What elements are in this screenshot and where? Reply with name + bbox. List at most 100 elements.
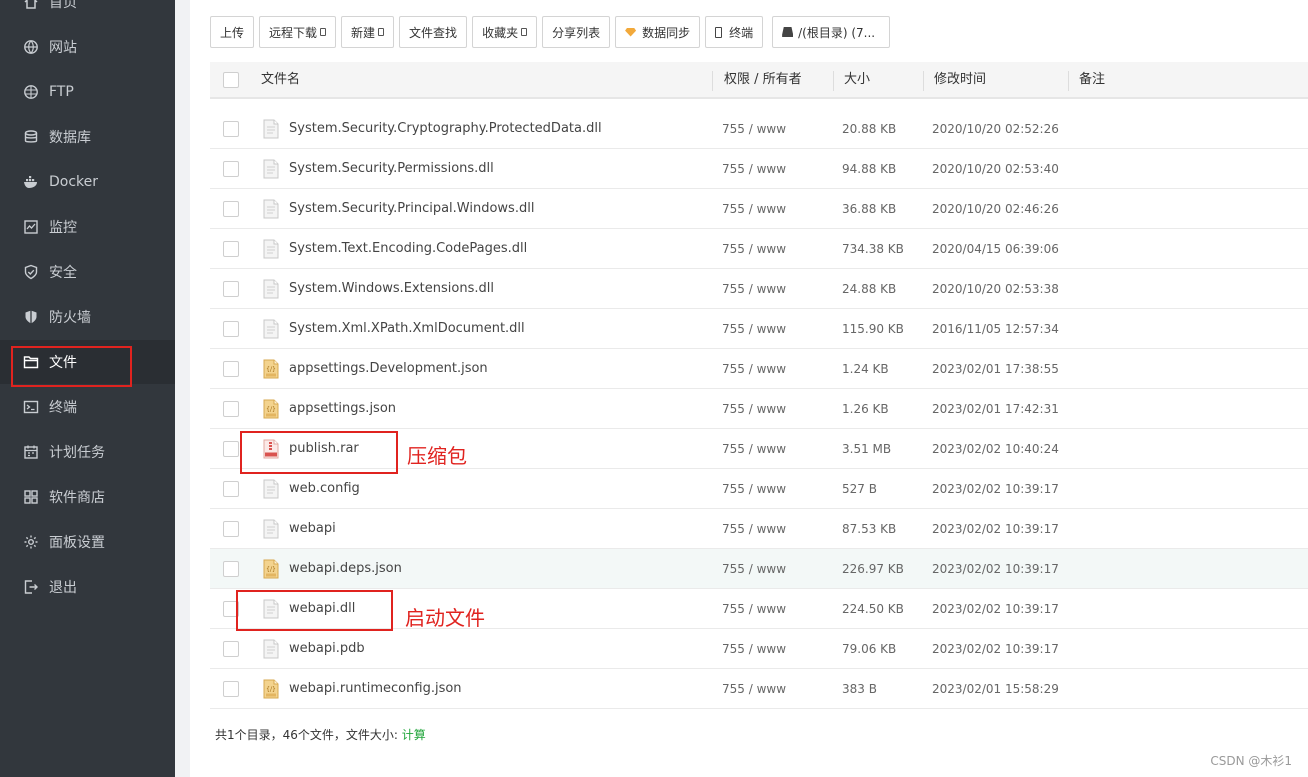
file-row[interactable]: webapi 755 / www 87.53 KB 2023/02/02 10:39:… bbox=[210, 509, 1308, 549]
file-permission[interactable]: 755 / www bbox=[722, 509, 786, 549]
file-row[interactable]: System.Windows.Extensions.dll 755 / www 24… bbox=[210, 269, 1308, 309]
sidebar-item-label: 网站 bbox=[49, 40, 77, 56]
sidebar-item-website[interactable]: 网站 bbox=[0, 25, 175, 69]
share-list-button[interactable]: 分享列表 bbox=[542, 16, 611, 48]
file-summary: 共1个目录，46个文件，文件大小: 计算 bbox=[215, 726, 426, 743]
file-permission[interactable]: 755 / www bbox=[722, 349, 786, 389]
file-permission[interactable]: 755 / www bbox=[722, 549, 786, 589]
header-permission[interactable]: 权限 / 所有者 bbox=[724, 62, 802, 98]
file-name[interactable]: System.Security.Permissions.dll bbox=[289, 149, 494, 189]
sidebar-item-terminal[interactable]: 终端 bbox=[0, 385, 175, 429]
file-row[interactable]: {/} webapi.runtimeconfig.json 755 / www 383… bbox=[210, 669, 1308, 709]
file-permission[interactable]: 755 / www bbox=[722, 309, 786, 349]
row-checkbox[interactable] bbox=[223, 241, 239, 257]
file-permission[interactable]: 755 / www bbox=[722, 109, 786, 149]
favorites-button[interactable]: 收藏夹 bbox=[472, 16, 538, 48]
row-checkbox[interactable] bbox=[223, 481, 239, 497]
svg-text:{/}: {/} bbox=[266, 686, 276, 693]
row-checkbox[interactable] bbox=[223, 121, 239, 137]
new-button[interactable]: 新建 bbox=[341, 16, 395, 48]
file-row[interactable]: System.Security.Principal.Windows.dll 755… bbox=[210, 189, 1308, 229]
row-checkbox[interactable] bbox=[223, 681, 239, 697]
file-row[interactable]: webapi.pdb 755 / www 79.06 KB 2023/02/02 10… bbox=[210, 629, 1308, 669]
row-checkbox[interactable] bbox=[223, 161, 239, 177]
data-sync-button[interactable]: 数据同步 bbox=[615, 16, 701, 48]
file-permission[interactable]: 755 / www bbox=[722, 389, 786, 429]
header-divider bbox=[923, 71, 924, 91]
remote-download-button[interactable]: 远程下载 bbox=[259, 16, 337, 48]
row-checkbox[interactable] bbox=[223, 361, 239, 377]
file-permission[interactable]: 755 / www bbox=[722, 429, 786, 469]
file-row[interactable]: System.Security.Permissions.dll 755 / www… bbox=[210, 149, 1308, 189]
path-breadcrumb[interactable]: /(根目录) (7... bbox=[772, 16, 891, 48]
shield-check-icon bbox=[22, 263, 40, 281]
file-row[interactable]: System.Text.Encoding.CodePages.dll 755 / … bbox=[210, 229, 1308, 269]
sidebar-item-home[interactable]: 首页 bbox=[0, 0, 175, 24]
file-name[interactable]: web.config bbox=[289, 469, 360, 509]
sidebar-item-store[interactable]: 软件商店 bbox=[0, 475, 175, 519]
sidebar-item-ftp[interactable]: FTP bbox=[0, 70, 175, 114]
file-row[interactable]: {/} appsettings.Development.json 755 / www… bbox=[210, 349, 1308, 389]
file-permission[interactable]: 755 / www bbox=[722, 229, 786, 269]
sidebar-item-firewall[interactable]: 防火墙 bbox=[0, 295, 175, 339]
file-row[interactable]: {/} webapi.deps.json 755 / www 226.97 KB 202… bbox=[210, 549, 1308, 589]
calculate-size-link[interactable]: 计算 bbox=[402, 728, 426, 742]
file-row[interactable]: web.config 755 / www 527 B 2023/02/02 10:39… bbox=[210, 469, 1308, 509]
file-permission[interactable]: 755 / www bbox=[722, 269, 786, 309]
highlight-box-archive bbox=[240, 431, 398, 474]
file-name[interactable]: System.Text.Encoding.CodePages.dll bbox=[289, 229, 527, 269]
sidebar-item-settings[interactable]: 面板设置 bbox=[0, 520, 175, 564]
file-permission[interactable]: 755 / www bbox=[722, 189, 786, 229]
sidebar: 首页 网站 FTP 数据库 Docker 监控 安全 防火墙 文件 终端 计划任务 软件商店 面板设置退… bbox=[0, 0, 175, 777]
file-name[interactable]: appsettings.Development.json bbox=[289, 349, 488, 389]
sidebar-item-monitor[interactable]: 监控 bbox=[0, 205, 175, 249]
file-icon bbox=[263, 119, 279, 139]
header-mtime[interactable]: 修改时间 bbox=[934, 62, 986, 98]
file-size: 24.88 KB bbox=[842, 282, 897, 296]
file-name[interactable]: appsettings.json bbox=[289, 389, 396, 429]
row-checkbox[interactable] bbox=[223, 521, 239, 537]
sidebar-item-label: FTP bbox=[49, 84, 74, 100]
file-row[interactable]: System.Xml.XPath.XmlDocument.dll 755 / ww… bbox=[210, 309, 1308, 349]
file-name[interactable]: System.Security.Cryptography.ProtectedDa… bbox=[289, 109, 602, 149]
sidebar-item-label: 软件商店 bbox=[49, 490, 105, 506]
row-checkbox[interactable] bbox=[223, 321, 239, 337]
file-permission[interactable]: 755 / www bbox=[722, 149, 786, 189]
file-name[interactable]: System.Windows.Extensions.dll bbox=[289, 269, 494, 309]
terminal-button[interactable]: 终端 bbox=[705, 16, 764, 48]
sidebar-item-logout[interactable]: 退出 bbox=[0, 565, 175, 609]
row-checkbox[interactable] bbox=[223, 401, 239, 417]
file-permission[interactable]: 755 / www bbox=[722, 669, 786, 709]
content-gutter bbox=[175, 0, 190, 777]
file-permission[interactable]: 755 / www bbox=[722, 629, 786, 669]
file-name[interactable]: webapi bbox=[289, 509, 336, 549]
sidebar-item-cron[interactable]: 计划任务 bbox=[0, 430, 175, 474]
sidebar-item-security[interactable]: 安全 bbox=[0, 250, 175, 294]
file-name[interactable]: webapi.pdb bbox=[289, 629, 365, 669]
file-name[interactable]: webapi.runtimeconfig.json bbox=[289, 669, 462, 709]
select-all-checkbox[interactable] bbox=[223, 72, 239, 88]
file-permission[interactable]: 755 / www bbox=[722, 589, 786, 629]
upload-button[interactable]: 上传 bbox=[210, 16, 255, 48]
file-mtime: 2023/02/01 17:42:31 bbox=[932, 402, 1059, 416]
gear-icon bbox=[22, 533, 40, 551]
file-permission[interactable]: 755 / www bbox=[722, 469, 786, 509]
sidebar-item-docker[interactable]: Docker bbox=[0, 160, 175, 204]
terminal-icon bbox=[22, 398, 40, 416]
row-checkbox[interactable] bbox=[223, 281, 239, 297]
file-row[interactable]: {/} appsettings.json 755 / www 1.26 KB 2023/… bbox=[210, 389, 1308, 429]
file-name[interactable]: System.Security.Principal.Windows.dll bbox=[289, 189, 534, 229]
row-checkbox[interactable] bbox=[223, 561, 239, 577]
row-checkbox[interactable] bbox=[223, 441, 239, 457]
file-row[interactable]: System.Security.Cryptography.ProtectedDa… bbox=[210, 109, 1308, 149]
sidebar-item-database[interactable]: 数据库 bbox=[0, 115, 175, 159]
file-name[interactable]: System.Xml.XPath.XmlDocument.dll bbox=[289, 309, 525, 349]
file-name[interactable]: webapi.deps.json bbox=[289, 549, 402, 589]
header-filename[interactable]: 文件名 bbox=[261, 62, 300, 98]
row-checkbox[interactable] bbox=[223, 201, 239, 217]
row-checkbox[interactable] bbox=[223, 641, 239, 657]
header-divider bbox=[833, 71, 834, 91]
file-search-button[interactable]: 文件查找 bbox=[399, 16, 468, 48]
file-mtime: 2020/10/20 02:52:26 bbox=[932, 122, 1059, 136]
header-size[interactable]: 大小 bbox=[844, 62, 870, 98]
